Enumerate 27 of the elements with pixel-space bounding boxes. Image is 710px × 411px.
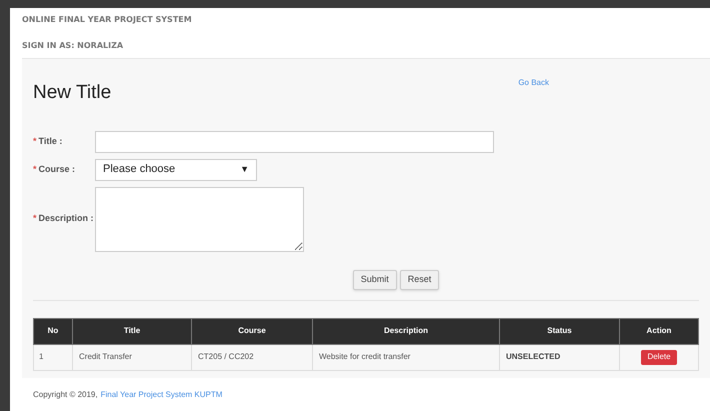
table-cell: 1 xyxy=(34,344,72,370)
table-cell: Website for credit transfer xyxy=(312,344,500,370)
signed-in-user: SIGN IN AS: NORALIZA xyxy=(22,40,124,52)
submit-button[interactable]: Submit xyxy=(352,270,397,290)
field-label: Course : xyxy=(38,162,76,176)
reset-button[interactable]: Reset xyxy=(400,270,440,290)
table-cell: Credit Transfer xyxy=(72,344,192,370)
required-mark: * xyxy=(33,212,37,226)
field-label: Description : xyxy=(38,212,94,226)
page-title: New Title xyxy=(33,81,112,105)
system-name: ONLINE FINAL YEAR PROJECT SYSTEM xyxy=(22,14,193,26)
course-select[interactable]: Please choose ▼ xyxy=(95,158,257,180)
table-cell: CT205 / CC202 xyxy=(192,344,312,370)
required-mark: * xyxy=(33,162,37,176)
field-label: Title : xyxy=(38,134,62,148)
delete-button[interactable]: Delete xyxy=(641,350,677,364)
title-field[interactable] xyxy=(95,130,494,152)
column-header: Status xyxy=(500,318,620,344)
column-header: Description xyxy=(312,318,500,344)
copyright-text: Copyright © 2019, xyxy=(33,389,98,401)
status-cell: UNSELECTED xyxy=(500,344,620,370)
column-header: Action xyxy=(620,318,698,344)
column-header: Course xyxy=(192,318,312,344)
column-header: No xyxy=(34,318,72,344)
required-mark: * xyxy=(33,134,37,148)
description-field[interactable] xyxy=(95,186,304,252)
column-header: Title xyxy=(72,318,192,344)
